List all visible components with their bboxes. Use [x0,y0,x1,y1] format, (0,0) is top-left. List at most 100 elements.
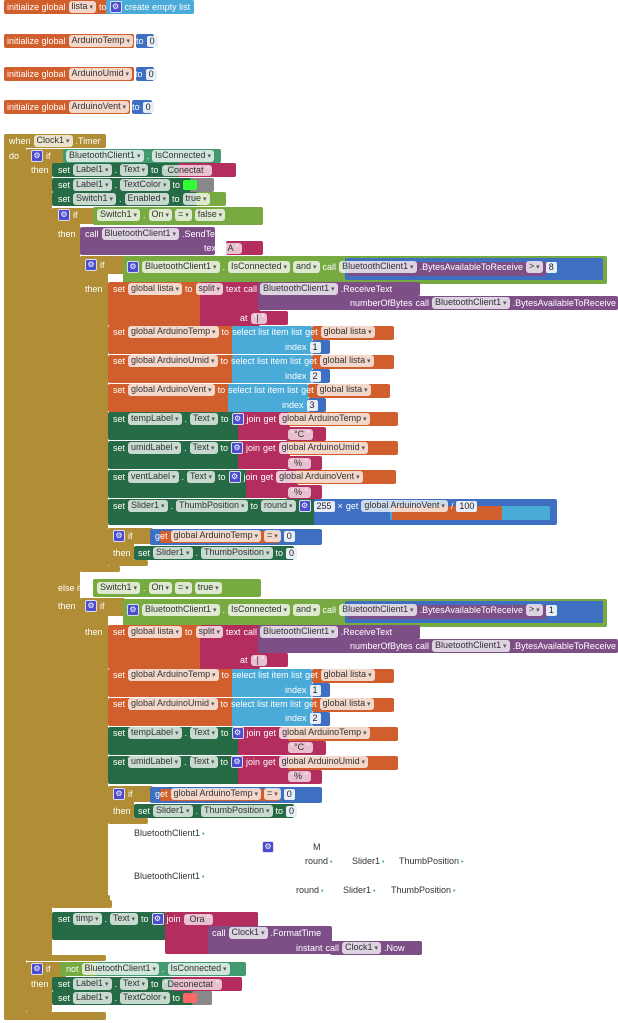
dropdown-field[interactable]: global ArduinoVent [361,500,448,512]
number-literal[interactable]: 3 [306,399,318,411]
dropdown-field[interactable]: global ArduinoTemp [128,669,219,681]
mutator-gear-icon[interactable]: ⚙ [231,442,244,454]
dropdown-field[interactable]: global ArduinoTemp [170,530,262,542]
text-literal[interactable]: % ” [288,457,311,469]
text-literal[interactable]: °C ” [288,741,313,753]
block-control[interactable] [26,149,52,961]
block-magenta[interactable] [230,912,258,926]
dropdown-field[interactable]: BluetoothClient1 [81,963,160,975]
dropdown-field[interactable]: Slider1 [128,500,168,512]
dropdown-field[interactable]: Clock1 [33,135,73,147]
dropdown-field[interactable]: Clock1 [228,927,268,939]
dropdown-field[interactable]: umidLabel [128,442,182,454]
number-literal[interactable]: 8 [545,261,557,273]
dropdown-field[interactable]: true [194,582,222,594]
dropdown-field[interactable]: global ArduinoTemp [279,727,370,739]
dropdown-field[interactable]: Clock1 [342,942,382,954]
dropdown-field[interactable]: Text [120,978,149,990]
number-literal[interactable]: 0 [145,68,157,80]
dropdown-field[interactable]: BluetoothClient1 [432,297,510,309]
dropdown-field[interactable]: IsConnected [152,150,215,162]
dropdown-field[interactable]: ArduinoTemp [68,35,134,47]
dropdown-field[interactable]: Text [110,913,138,925]
text-literal[interactable]: % ” [288,486,311,498]
block-control[interactable] [108,818,148,824]
text-literal-value[interactable]: % [294,487,302,497]
text-literal[interactable]: A ” [221,242,242,254]
block-control[interactable] [4,134,26,1020]
dropdown-field[interactable]: Text [187,471,216,483]
mutator-gear-icon[interactable]: ⚙ [127,604,139,616]
dropdown-field[interactable]: = [174,582,192,594]
text-literal-value[interactable]: % [294,771,302,781]
dropdown-field[interactable]: Switch1 [73,193,116,205]
number-literal[interactable]: 0 [286,805,298,817]
mutator-gear-icon[interactable]: ⚙ [113,530,125,542]
text-literal[interactable]: °C ” [288,428,313,440]
text-literal[interactable]: Deconectat ” [161,978,222,990]
dropdown-field[interactable]: BluetoothClient1 [339,261,417,273]
number-literal[interactable]: 0 [142,101,154,113]
dropdown-field[interactable]: BluetoothClient1 [339,604,417,616]
dropdown-field[interactable]: ThumbPosition [201,547,273,559]
dropdown-field[interactable]: global lista [128,626,183,638]
mutator-gear-icon[interactable]: ⚙ [151,913,164,925]
number-literal[interactable]: 100 [456,500,478,512]
dropdown-field[interactable]: true [182,193,210,205]
dropdown-field[interactable]: Label1 [73,978,112,990]
number-literal[interactable]: 1 [309,341,321,353]
dropdown-field[interactable]: global ArduinoUmid [128,698,218,710]
dropdown-field[interactable]: = [174,209,192,221]
mutator-gear-icon[interactable]: ⚙ [85,259,97,271]
dropdown-field[interactable]: tempLabel [128,413,182,425]
text-literal[interactable]: | ” [250,654,268,666]
number-literal[interactable]: 1 [545,604,557,616]
mutator-gear-icon[interactable]: ⚙ [228,471,241,483]
dropdown-field[interactable]: global ArduinoTemp [170,788,262,800]
block-control[interactable] [80,895,110,903]
color-swatch[interactable] [183,993,198,1003]
dropdown-field[interactable]: split [195,283,224,295]
ghost-dropdown-label[interactable]: round [305,856,332,866]
block-control[interactable] [80,256,108,572]
dropdown-field[interactable]: and [293,261,320,273]
dropdown-field[interactable]: > [525,604,543,616]
dropdown-field[interactable]: and [293,604,320,616]
dropdown-field[interactable]: BluetoothClient1 [101,228,180,240]
dropdown-field[interactable]: global lista [128,283,183,295]
color-swatch[interactable] [183,180,198,190]
dropdown-field[interactable]: global ArduinoTemp [279,413,370,425]
dropdown-field[interactable]: global ArduinoTemp [128,326,219,338]
dropdown-field[interactable]: Text [190,727,219,739]
dropdown-field[interactable]: BluetoothClient1 [260,626,338,638]
dropdown-field[interactable]: false [194,209,226,221]
mutator-gear-icon[interactable]: ⚙ [231,756,244,768]
dropdown-field[interactable]: global lista [319,355,374,367]
dropdown-field[interactable]: global ArduinoUmid [278,442,369,454]
mutator-gear-icon[interactable]: ⚙ [113,788,125,800]
dropdown-field[interactable]: round [261,500,296,512]
dropdown-field[interactable]: BluetoothClient1 [142,604,220,616]
text-literal-value[interactable]: % [294,458,302,468]
mutator-gear-icon[interactable]: ⚙ [109,1,122,13]
dropdown-field[interactable]: global lista [320,326,375,338]
dropdown-field[interactable]: Enabled [124,193,170,205]
dropdown-field[interactable]: Label1 [73,179,112,191]
dropdown-field[interactable]: Text [189,442,218,454]
dropdown-field[interactable]: timp [73,913,102,925]
dropdown-field[interactable]: global lista [320,669,375,681]
text-literal[interactable]: Ora ” [183,913,214,925]
number-literal[interactable]: 2 [309,712,321,724]
dropdown-field[interactable]: Slider1 [153,547,193,559]
text-literal-value[interactable]: Conectat [168,165,204,175]
mutator-gear-icon[interactable]: ⚙ [231,727,244,739]
dropdown-field[interactable]: global ArduinoVent [276,471,363,483]
dropdown-field[interactable]: Switch1 [97,209,140,221]
dropdown-field[interactable]: Text [190,413,219,425]
block-control[interactable] [80,598,108,900]
dropdown-field[interactable]: global lista [319,698,374,710]
number-literal[interactable]: 2 [309,370,321,382]
dropdown-field[interactable]: Label1 [73,164,112,176]
dropdown-field[interactable]: Text [120,164,149,176]
dropdown-field[interactable]: IsConnected [228,604,291,616]
